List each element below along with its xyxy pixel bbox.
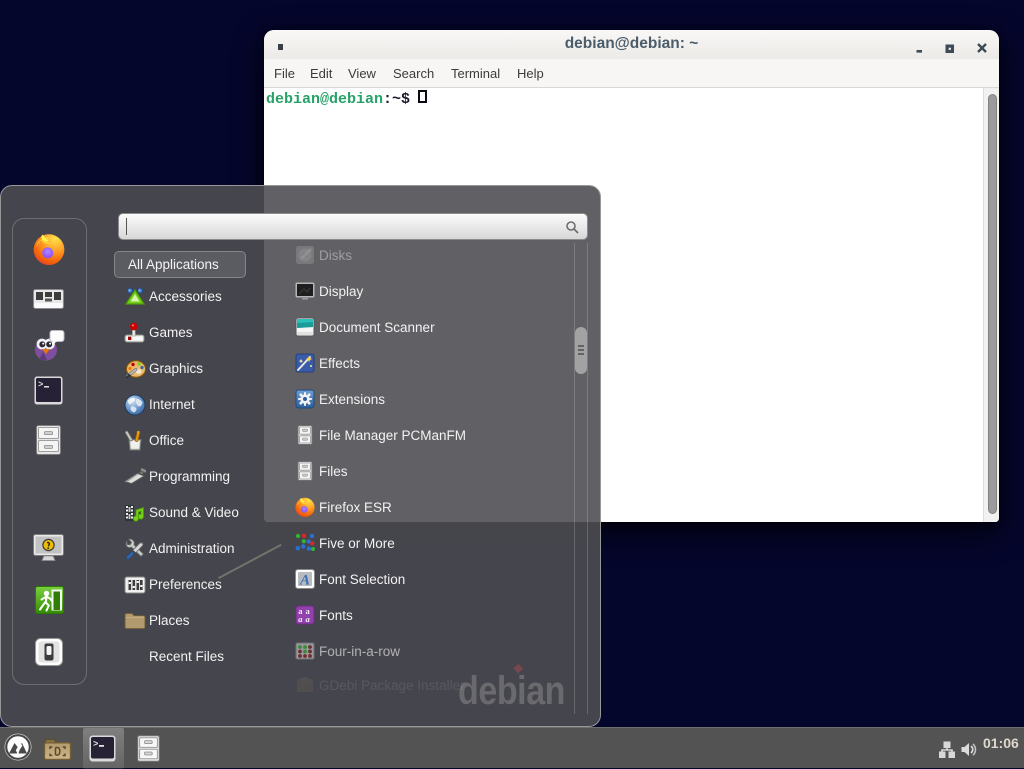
svg-text:a: a — [298, 614, 303, 624]
svg-text:A: A — [299, 573, 310, 589]
svg-text:>: > — [93, 740, 98, 750]
svg-text:>: > — [38, 380, 43, 390]
